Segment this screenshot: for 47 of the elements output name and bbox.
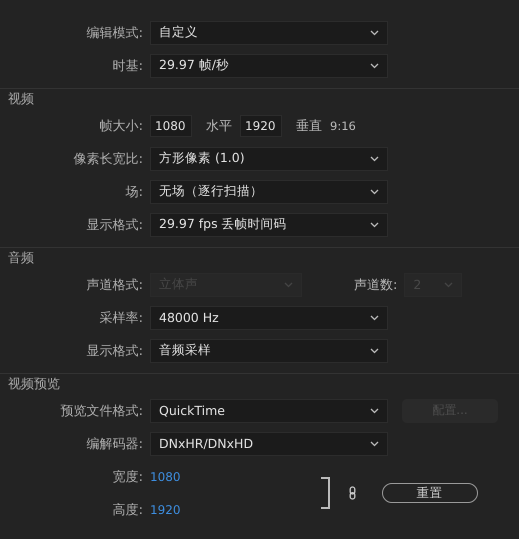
dropdown[interactable]: QuickTime <box>150 398 388 422</box>
field-label: 像素长宽比: <box>74 150 143 168</box>
field-label: 声道格式: <box>86 276 143 294</box>
dropdown[interactable]: 无场（逐行扫描） <box>150 180 388 204</box>
dropdown[interactable]: 自定义 <box>150 20 388 44</box>
field-label: 帧大小: <box>100 118 143 134</box>
field-label: 显示格式: <box>86 342 143 360</box>
chevron-down-icon <box>370 348 379 354</box>
field-label: 预览文件格式: <box>60 402 143 420</box>
field-label: 场: <box>126 184 143 200</box>
bracket-icon <box>320 477 331 509</box>
dropdown[interactable]: 方形像素 (1.0) <box>150 146 388 170</box>
link-icon[interactable] <box>348 486 356 500</box>
dropdown[interactable]: 29.97 fps 丢帧时间码 <box>150 212 388 236</box>
chevron-down-icon <box>444 282 454 288</box>
chevron-down-icon <box>370 314 379 320</box>
unit-label: 水平 <box>206 118 232 134</box>
dropdown[interactable]: 29.97 帧/秒 <box>150 54 388 78</box>
chevron-down-icon <box>370 62 379 68</box>
field-label: 采样率: <box>100 310 143 326</box>
aspect-ratio: 9:16 <box>330 118 356 132</box>
field-label: 高度: <box>112 502 143 518</box>
section-title: 视频预览 <box>7 376 60 394</box>
section-title: 视频 <box>7 91 34 109</box>
field-label: 宽度: <box>112 468 143 486</box>
width-input[interactable]: 1080 <box>150 114 192 136</box>
chevron-down-icon <box>370 30 379 36</box>
reset-button[interactable]: 重置 <box>382 483 478 503</box>
field-label: 显示格式: <box>86 216 143 234</box>
height-input[interactable]: 1920 <box>240 114 282 136</box>
field-label: 编解码器: <box>86 436 143 452</box>
field-label: 编辑模式: <box>86 24 143 42</box>
chevron-down-icon <box>370 156 379 162</box>
chevron-down-icon <box>370 408 379 414</box>
width-value[interactable]: 1080 <box>150 470 181 484</box>
field-label: 声道数: <box>354 276 398 294</box>
chevron-down-icon <box>370 188 379 194</box>
dropdown[interactable]: 48000 Hz <box>150 306 388 330</box>
unit-label: 垂直 <box>296 118 322 134</box>
dropdown[interactable]: DNxHR/DNxHD <box>150 432 388 456</box>
section-title: 音频 <box>7 250 34 268</box>
chevron-down-icon <box>370 440 379 446</box>
height-value[interactable]: 1920 <box>150 502 181 516</box>
chevron-down-icon <box>284 282 293 288</box>
field-label: 时基: <box>112 58 143 74</box>
dropdown[interactable]: 音频采样 <box>150 338 388 362</box>
chevron-down-icon <box>370 222 379 228</box>
